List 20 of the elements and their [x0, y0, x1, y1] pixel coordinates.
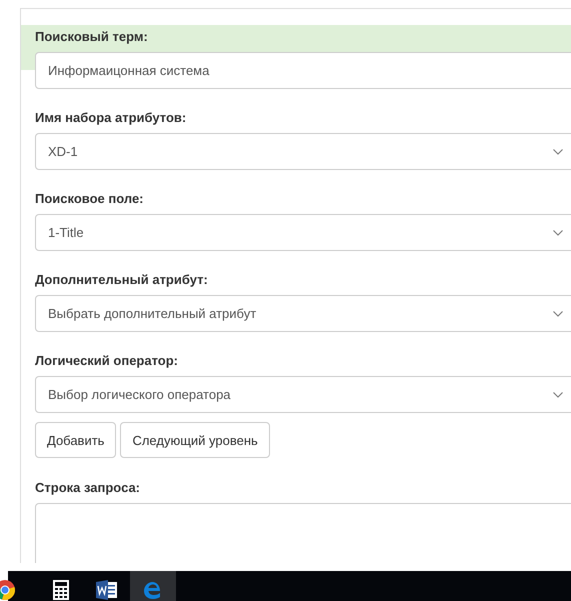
- field-label: Дополнительный атрибут:: [35, 271, 209, 286]
- field-label: Строка запроса:: [35, 479, 142, 494]
- field-label: Поисковое поле:: [35, 190, 145, 205]
- document-icon[interactable]: [96, 580, 118, 600]
- chevron-icon: [553, 392, 563, 398]
- chevron-icon: [553, 310, 563, 316]
- add-button[interactable]: Добавить: [35, 422, 116, 458]
- calculator-icon[interactable]: [53, 580, 69, 600]
- chevron-icon: [553, 230, 563, 236]
- chevron-icon: [553, 148, 563, 154]
- next-level-button[interactable]: Следующий уровень: [120, 422, 270, 458]
- field-label: Имя набора атрибутов:: [35, 109, 188, 124]
- field-label: Поисковый терм:: [35, 28, 149, 43]
- browser-icon[interactable]: [0, 579, 16, 601]
- field-label: Логический оператор:: [35, 352, 180, 367]
- select-field[interactable]: Выбор логического оператора: [35, 376, 571, 413]
- input-field[interactable]: Информаицонная система: [35, 52, 571, 89]
- select-field[interactable]: 1-Title: [35, 214, 571, 251]
- select-field[interactable]: Выбрать дополнительный атрибут: [35, 295, 571, 332]
- select-field[interactable]: XD-1: [35, 133, 571, 170]
